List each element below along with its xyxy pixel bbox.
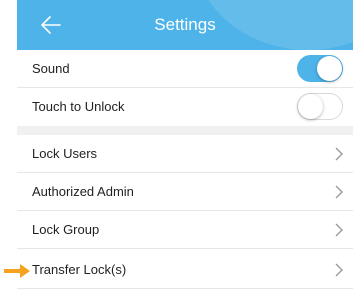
nav-item-lock-users[interactable]: Lock Users — [17, 135, 353, 173]
settings-row-sound: Sound — [17, 50, 353, 88]
setting-label-touch-to-unlock: Touch to Unlock — [32, 99, 125, 114]
chevron-right-icon — [335, 263, 343, 277]
page-title: Settings — [154, 15, 216, 34]
nav-item-lock-group[interactable]: Lock Group — [17, 211, 353, 249]
section-divider — [17, 126, 353, 135]
nav-item-label: Lock Users — [32, 146, 98, 161]
setting-label-sound: Sound — [32, 61, 70, 76]
toggle-knob — [317, 56, 342, 81]
nav-item-label: Authorized Admin — [32, 184, 134, 199]
touch-to-unlock-toggle[interactable] — [297, 93, 343, 120]
nav-item-label: Lock Group — [32, 222, 100, 237]
nav-item-label: Transfer Lock(s) — [32, 262, 127, 277]
chevron-right-icon — [335, 147, 343, 161]
sound-toggle[interactable] — [297, 55, 343, 82]
nav-item-authorized-admin[interactable]: Authorized Admin — [17, 173, 353, 211]
toggle-knob — [298, 94, 323, 119]
nav-item-transfer-locks[interactable]: Transfer Lock(s) — [17, 251, 353, 289]
settings-screen: Settings Sound Touch to Unlock Lock User… — [17, 0, 353, 290]
chevron-right-icon — [335, 185, 343, 199]
chevron-right-icon — [335, 223, 343, 237]
settings-row-touch-to-unlock: Touch to Unlock — [17, 88, 353, 126]
arrow-right-icon — [4, 264, 30, 278]
header-bar: Settings — [17, 0, 353, 50]
